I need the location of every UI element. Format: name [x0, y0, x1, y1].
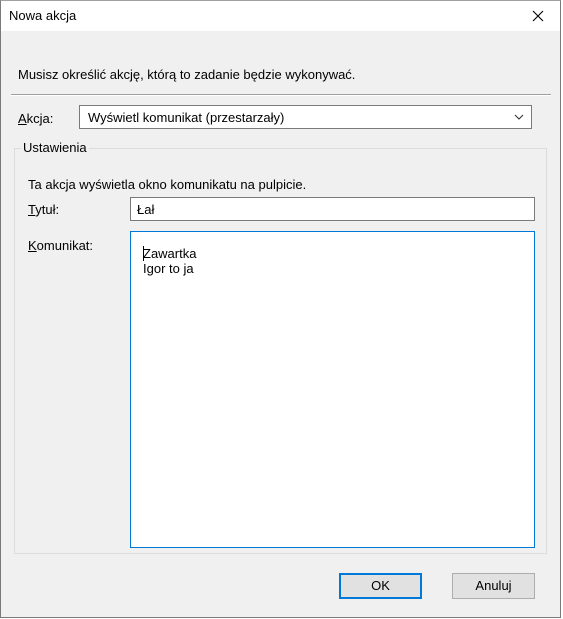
action-dropdown[interactable]: Wyświetl komunikat (przestarzały) — [79, 105, 532, 129]
settings-description: Ta akcja wyświetla okno komunikatu na pu… — [28, 177, 307, 192]
ok-button[interactable]: OK — [339, 573, 422, 599]
action-dropdown-value: Wyświetl komunikat (przestarzały) — [88, 110, 285, 125]
title-bar: Nowa akcja — [1, 1, 560, 31]
intro-text: Musisz określić akcję, którą to zadanie … — [18, 67, 356, 82]
title-field-label: Tytuł: — [28, 202, 60, 217]
action-label: Akcja: — [18, 111, 54, 126]
title-input[interactable]: Łał — [130, 197, 535, 221]
title-input-value: Łał — [137, 202, 155, 217]
close-button[interactable] — [516, 1, 560, 31]
chevron-down-icon — [514, 114, 524, 120]
window-title: Nowa akcja — [9, 8, 77, 23]
separator — [11, 94, 551, 96]
text-caret — [143, 246, 144, 261]
dialog-window: Nowa akcja Musisz określić akcję, którą … — [0, 0, 561, 618]
message-textarea[interactable]: Zawartka Igor to ja — [130, 231, 535, 548]
close-icon — [532, 10, 544, 22]
message-field-label: Komunikat: — [28, 238, 94, 253]
settings-legend: Ustawienia — [21, 140, 89, 155]
cancel-button[interactable]: Anuluj — [452, 573, 535, 599]
